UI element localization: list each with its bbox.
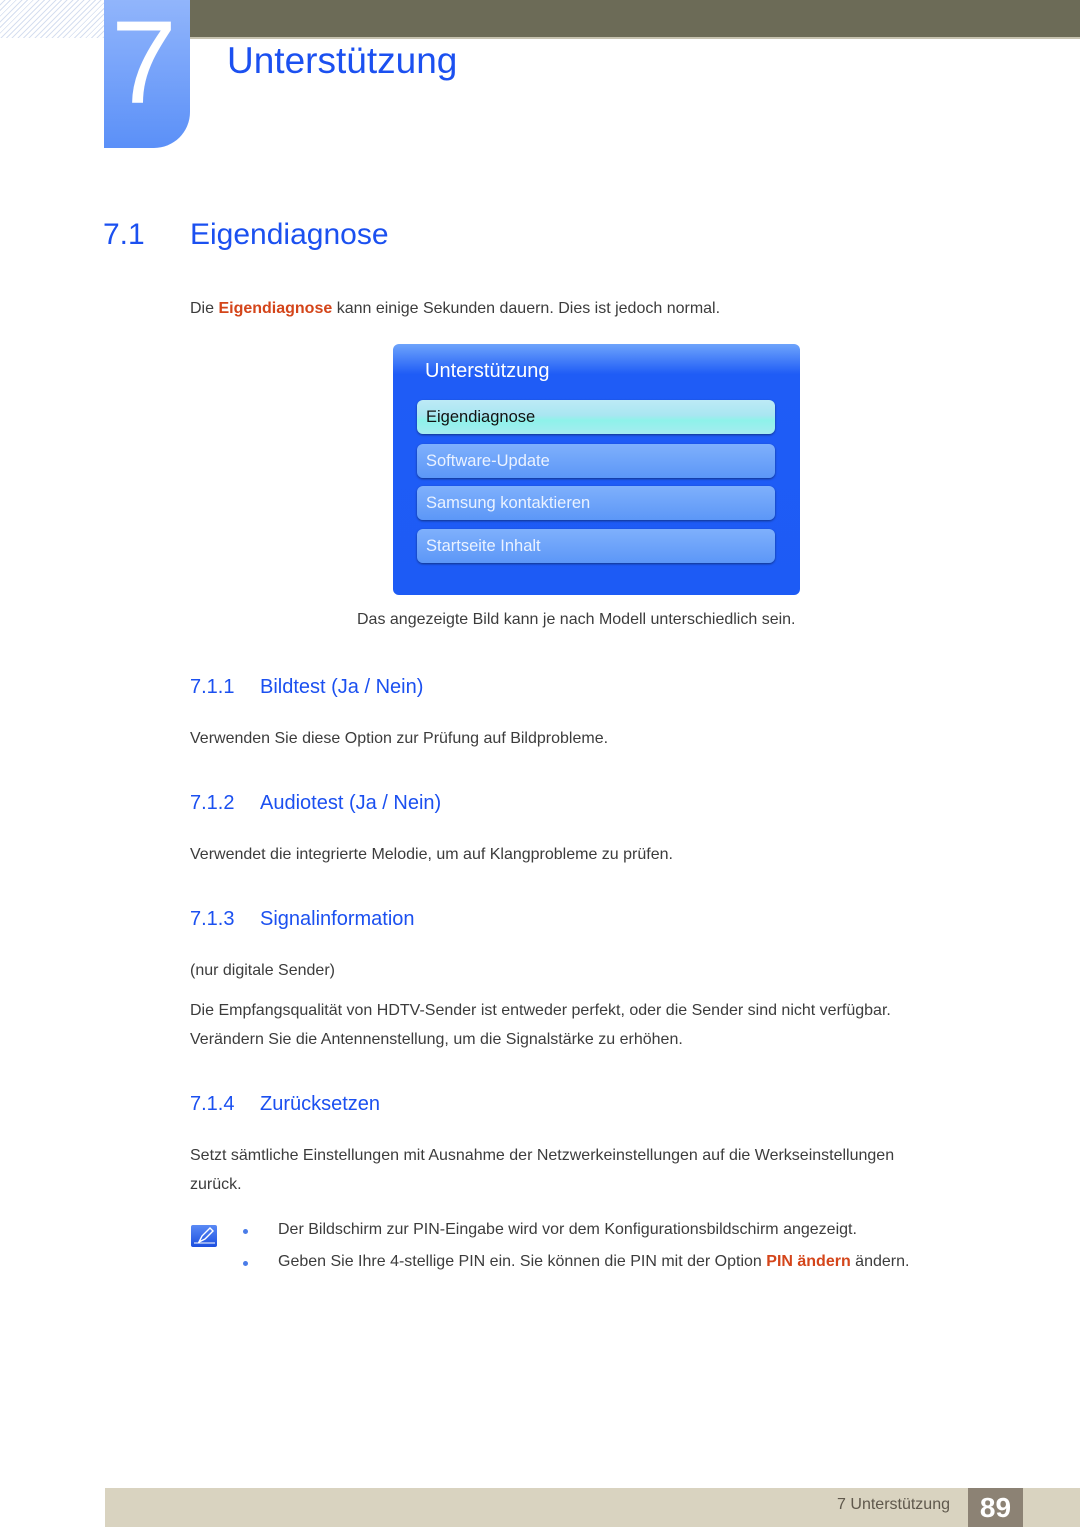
page-footer: 7 Unterstützung 89: [105, 1488, 1080, 1527]
subsection-number: 7.1.2: [190, 792, 235, 814]
subsection-text: Verwendet die integrierte Melodie, um au…: [190, 846, 673, 863]
menu-item-software-update[interactable]: Software-Update: [417, 444, 775, 478]
subsection-text: zurück.: [190, 1176, 242, 1193]
subsection-title: Zurücksetzen: [260, 1093, 381, 1115]
note-text-rest: ändern.: [850, 1253, 910, 1270]
subsection-heading: 7.1.3 Signalinformation: [190, 908, 415, 931]
section-title: Eigendiagnose: [190, 218, 389, 251]
subsection-title: Audiotest (Ja / Nein): [260, 792, 442, 814]
section-intro: Die Eigendiagnose kann einige Sekunden d…: [190, 294, 720, 323]
menu-title: Unterstützung: [425, 360, 550, 382]
subsection-heading: 7.1.2 Audiotest (Ja / Nein): [190, 792, 441, 815]
subsection-text: Setzt sämtliche Einstellungen mit Ausnah…: [190, 1147, 895, 1164]
image-caption: Das angezeigte Bild kann je nach Modell …: [357, 611, 796, 628]
subsection-text: Die Empfangsqualität von HDTV-Sender ist…: [190, 1002, 891, 1019]
header-hatch-pattern: [0, 0, 104, 38]
intro-text-rest: kann einige Sekunden dauern. Dies ist je…: [332, 300, 721, 317]
subsection-heading: 7.1.4 Zurücksetzen: [190, 1093, 380, 1116]
menu-item-startseite-inhalt[interactable]: Startseite Inhalt: [417, 529, 775, 563]
note-highlight: PIN ändern: [766, 1253, 851, 1270]
page-number: 89: [968, 1488, 1023, 1527]
subsection-note: (nur digitale Sender): [190, 962, 335, 979]
menu-item-samsung-kontaktieren[interactable]: Samsung kontaktieren: [417, 486, 775, 520]
note-pencil-icon: [191, 1225, 217, 1247]
section-number: 7.1: [103, 218, 145, 251]
bullet-dot: [243, 1229, 248, 1234]
subsection-number: 7.1.4: [190, 1093, 235, 1115]
chapter-number: 7: [111, 0, 177, 129]
intro-highlight: Eigendiagnose: [218, 300, 333, 317]
subsection-heading: 7.1.1 Bildtest (Ja / Nein): [190, 676, 423, 699]
bullet-dot: [243, 1261, 248, 1266]
chapter-title: Unterstützung: [227, 40, 458, 81]
header-bar: [190, 0, 1080, 39]
chapter-badge: 7: [104, 0, 190, 148]
subsection-title: Signalinformation: [260, 908, 415, 930]
subsection-text: Verwenden Sie diese Option zur Prüfung a…: [190, 730, 609, 747]
menu-item-eigendiagnose[interactable]: Eigendiagnose: [417, 400, 775, 434]
note-bullet-text: Geben Sie Ihre 4-stellige PIN ein. Sie k…: [278, 1253, 909, 1271]
footer-chapter-label: 7 Unterstützung: [837, 1496, 950, 1513]
note-bullet-text: Der Bildschirm zur PIN-Eingabe wird vor …: [278, 1221, 857, 1238]
intro-text: Die: [190, 300, 219, 317]
subsection-text: Verändern Sie die Antennenstellung, um d…: [190, 1031, 683, 1048]
subsection-title: Bildtest (Ja / Nein): [260, 676, 424, 698]
section-heading: 7.1 Eigendiagnose: [103, 218, 389, 252]
subsection-number: 7.1.1: [190, 676, 235, 698]
note-text: Geben Sie Ihre 4-stellige PIN ein. Sie k…: [278, 1253, 767, 1270]
subsection-number: 7.1.3: [190, 908, 235, 930]
support-menu-screenshot: Unterstützung Eigendiagnose Software-Upd…: [393, 344, 800, 595]
